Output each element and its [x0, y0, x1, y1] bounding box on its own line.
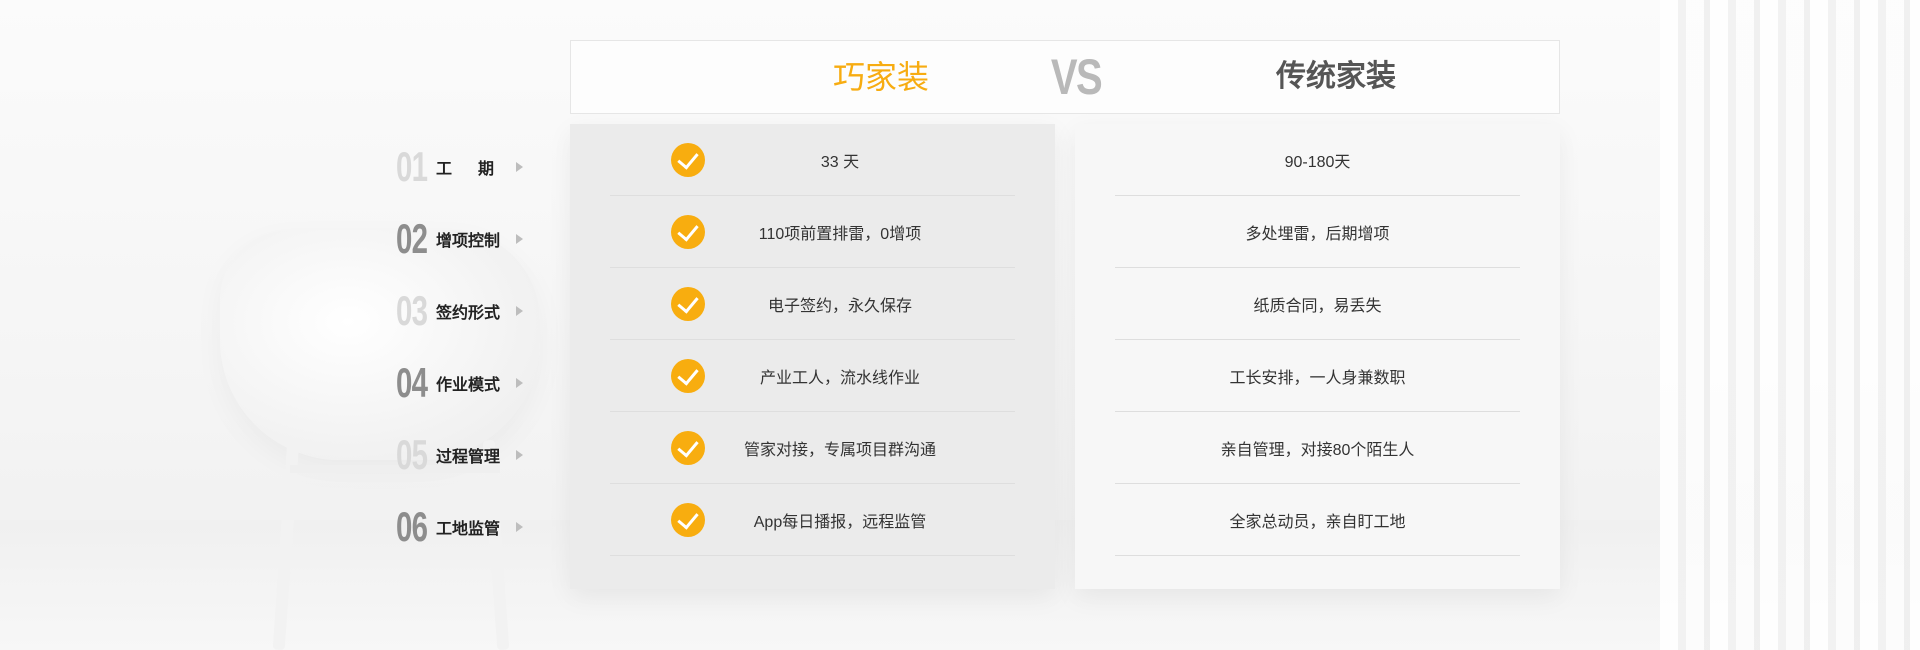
- label-row-1: 01 工期: [396, 137, 536, 197]
- label-row-3: 03 签约形式: [396, 281, 536, 341]
- traditional-row-1: 90-180天: [1115, 124, 1520, 196]
- label-row-5: 05 过程管理: [396, 425, 536, 485]
- check-circle-icon: [671, 502, 705, 537]
- brand-row-4: 产业工人，流水线作业: [610, 340, 1015, 412]
- vs-label: VS: [1050, 49, 1103, 105]
- check-circle-icon: [671, 286, 705, 321]
- triangle-right-icon: [516, 450, 523, 460]
- traditional-value: 纸质合同，易丢失: [1253, 297, 1382, 315]
- row-number: 06: [396, 503, 428, 550]
- traditional-title: 传统家装: [1276, 60, 1396, 93]
- traditional-row-5: 亲自管理，对接80个陌生人: [1115, 412, 1520, 484]
- brand-row-3: 电子签约，永久保存: [610, 268, 1015, 340]
- row-number: 02: [396, 215, 428, 262]
- triangle-right-icon: [516, 306, 523, 316]
- row-label: 增项控制: [436, 233, 501, 250]
- traditional-value: 亲自管理，对接80个陌生人: [1220, 441, 1415, 459]
- check-circle-icon: [671, 142, 705, 177]
- traditional-value: 工长安排，一人身兼数职: [1229, 369, 1406, 387]
- triangle-right-icon: [516, 522, 523, 532]
- brand-value: 管家对接，专属项目群沟通: [743, 441, 936, 459]
- brand-value: App每日播报，远程监管: [753, 513, 927, 531]
- row-label: 工地监管: [436, 521, 501, 538]
- brand-row-1: 33 天: [610, 124, 1015, 196]
- traditional-row-4: 工长安排，一人身兼数职: [1115, 340, 1520, 412]
- traditional-value: 90-180天: [1284, 153, 1351, 171]
- brand-panel: 33 天 110项前置排雷，0增项 电子签约，永久保存 产业工人，流水线作业 管…: [570, 124, 1055, 589]
- check-circle-icon: [671, 214, 705, 249]
- row-number: 01: [396, 143, 428, 190]
- brand-value: 33 天: [820, 153, 860, 171]
- triangle-right-icon: [516, 162, 523, 172]
- curtain-decoration: [1660, 0, 1920, 650]
- row-number: 05: [396, 431, 428, 478]
- brand-title: 巧家装: [832, 59, 929, 95]
- row-label: 工期: [436, 161, 521, 178]
- comparison-header: 巧家装 VS 传统家装: [570, 40, 1560, 114]
- traditional-value: 多处埋雷，后期增项: [1245, 225, 1390, 243]
- row-number: 04: [396, 359, 428, 406]
- label-row-6: 06 工地监管: [396, 497, 536, 557]
- brand-value: 产业工人，流水线作业: [759, 369, 920, 387]
- brand-row-5: 管家对接，专属项目群沟通: [610, 412, 1015, 484]
- label-row-4: 04 作业模式: [396, 353, 536, 413]
- check-circle-icon: [671, 430, 705, 465]
- brand-row-6: App每日播报，远程监管: [610, 484, 1015, 556]
- row-label: 作业模式: [436, 377, 501, 394]
- label-row-2: 02 增项控制: [396, 209, 536, 269]
- row-label: 过程管理: [436, 449, 501, 466]
- traditional-row-2: 多处埋雷，后期增项: [1115, 196, 1520, 268]
- traditional-row-6: 全家总动员，亲自盯工地: [1115, 484, 1520, 556]
- brand-row-2: 110项前置排雷，0增项: [610, 196, 1015, 268]
- traditional-value: 全家总动员，亲自盯工地: [1229, 513, 1406, 531]
- brand-value: 电子签约，永久保存: [767, 297, 912, 315]
- traditional-panel: 90-180天 多处埋雷，后期增项 纸质合同，易丢失 工长安排，一人身兼数职 亲…: [1075, 124, 1560, 589]
- triangle-right-icon: [516, 234, 523, 244]
- row-label: 签约形式: [436, 305, 501, 322]
- row-number: 03: [396, 287, 428, 334]
- triangle-right-icon: [516, 378, 523, 388]
- brand-value: 110项前置排雷，0增项: [758, 225, 922, 243]
- check-circle-icon: [671, 358, 705, 393]
- traditional-row-3: 纸质合同，易丢失: [1115, 268, 1520, 340]
